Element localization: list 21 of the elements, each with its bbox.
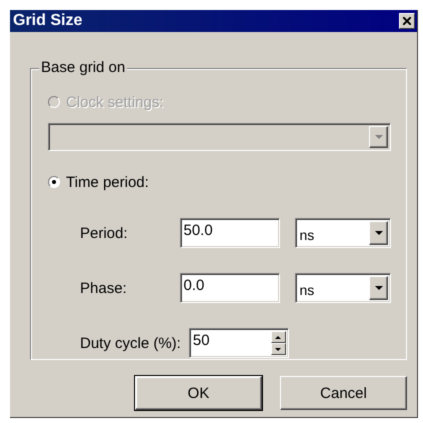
- unit-dropdown[interactable]: ns: [294, 273, 391, 303]
- input-field[interactable]: 50.0: [180, 218, 280, 248]
- dropdown-arrow-icon[interactable]: [374, 286, 382, 290]
- window-title: Grid Size: [13, 12, 82, 30]
- radio-button[interactable]: [48, 176, 60, 188]
- field-label: Phase:: [80, 280, 128, 296]
- dropdown-arrow-icon[interactable]: [374, 231, 382, 235]
- group-title: Base grid on: [39, 59, 128, 76]
- field-label: Duty cycle (%):: [80, 334, 181, 352]
- dialog-button[interactable]: Cancel: [280, 376, 407, 410]
- unit-dropdown[interactable]: ns: [294, 218, 391, 248]
- spin-down-button[interactable]: [270, 343, 286, 355]
- radio-label[interactable]: Time period:: [66, 174, 149, 190]
- dialog-button[interactable]: OK: [135, 376, 262, 410]
- spin-up-button[interactable]: [270, 331, 286, 343]
- up-arrow-icon[interactable]: [275, 336, 282, 338]
- close-button[interactable]: [399, 13, 415, 29]
- close-icon[interactable]: [403, 17, 411, 25]
- field-label: Period:: [80, 224, 129, 242]
- down-arrow-icon[interactable]: [275, 348, 282, 350]
- input-field[interactable]: 0.0: [180, 273, 280, 303]
